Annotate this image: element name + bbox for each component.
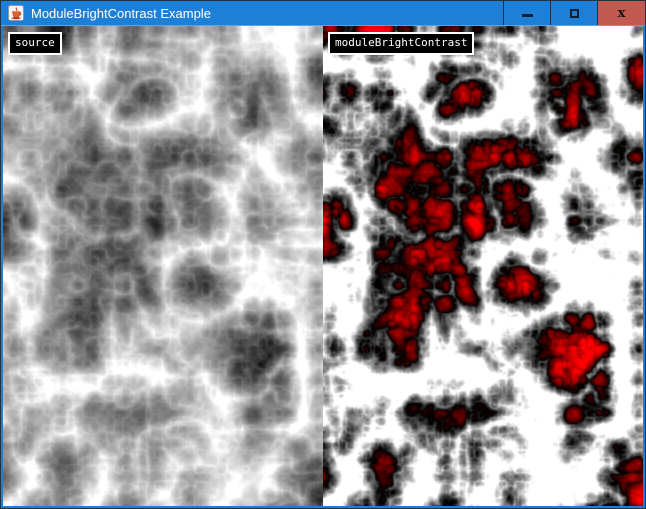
modulebrightcontrast-image bbox=[323, 26, 643, 506]
java-icon bbox=[8, 5, 24, 21]
maximize-button[interactable] bbox=[550, 1, 597, 25]
source-label: source bbox=[8, 32, 62, 55]
close-icon: x bbox=[618, 7, 626, 20]
modulebrightcontrast-label: moduleBrightContrast bbox=[328, 32, 474, 55]
window: ModuleBrightContrast Example x source mo… bbox=[0, 0, 646, 509]
maximize-icon bbox=[570, 9, 579, 18]
minimize-button[interactable] bbox=[503, 1, 550, 25]
content-area: source moduleBrightContrast bbox=[3, 26, 643, 506]
source-panel: source bbox=[3, 26, 323, 506]
window-title: ModuleBrightContrast Example bbox=[31, 6, 503, 21]
close-button[interactable]: x bbox=[597, 1, 645, 25]
minimize-icon bbox=[522, 14, 533, 17]
source-image bbox=[3, 26, 323, 506]
titlebar[interactable]: ModuleBrightContrast Example x bbox=[1, 1, 645, 26]
window-controls: x bbox=[503, 1, 645, 25]
modulebrightcontrast-panel: moduleBrightContrast bbox=[323, 26, 643, 506]
